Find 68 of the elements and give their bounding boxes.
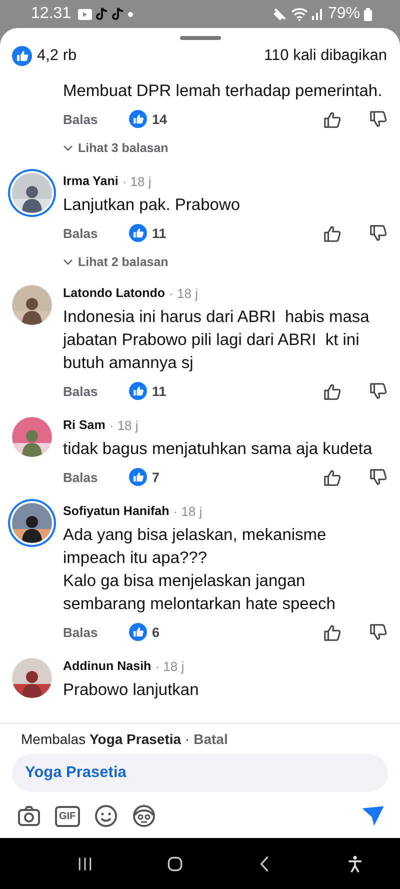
- comment-author[interactable]: Addinun Nasih: [63, 659, 152, 673]
- like-icon: [129, 382, 147, 400]
- comment-time: · 18 j: [169, 286, 198, 300]
- video-icon: [78, 8, 92, 20]
- smiley-icon[interactable]: [94, 804, 118, 828]
- reaction-count[interactable]: 4,2 rb: [37, 47, 77, 65]
- like-count: 14: [152, 112, 168, 126]
- comment-time: · 18 j: [109, 418, 138, 432]
- thumbs-up-icon[interactable]: [323, 622, 342, 642]
- like-icon: [129, 623, 147, 641]
- reply-link[interactable]: Balas: [63, 112, 129, 126]
- thumbs-down-icon[interactable]: [369, 622, 388, 642]
- music-note-icon: [112, 7, 124, 21]
- comment-author[interactable]: Ri Sam: [63, 418, 106, 432]
- like-icon: [129, 468, 147, 486]
- comment-author[interactable]: Irma Yani: [63, 174, 118, 188]
- thumbs-down-icon[interactable]: [369, 110, 388, 128]
- thumbs-up-icon[interactable]: [323, 110, 342, 128]
- thumbs-up-icon[interactable]: [323, 382, 342, 400]
- comment-text: Prabowo lanjutkan: [63, 680, 200, 701]
- recent-apps-icon[interactable]: [76, 854, 94, 872]
- thumbs-up-icon[interactable]: [323, 468, 342, 486]
- replying-to-text: Membalas Yoga Prasetia ·: [21, 731, 190, 747]
- comment-author[interactable]: Latondo Latondo: [63, 286, 166, 300]
- music-note-icon: [96, 7, 108, 21]
- status-time: 12.31: [31, 5, 72, 23]
- comment-author[interactable]: Sofiyatun Hanifah: [63, 504, 170, 518]
- like-icon: [12, 46, 32, 66]
- signal-icon: [312, 8, 324, 20]
- wifi-icon: [290, 8, 308, 20]
- comment-time: · 18 j: [173, 504, 202, 518]
- view-replies-link[interactable]: Lihat 3 balasan: [63, 135, 168, 161]
- avatar-sticker-icon[interactable]: [132, 804, 156, 828]
- thumbs-down-icon[interactable]: [369, 224, 388, 242]
- home-icon[interactable]: [166, 854, 184, 872]
- reply-link[interactable]: Balas: [63, 384, 129, 398]
- like-icon: [129, 110, 147, 128]
- gif-button[interactable]: GIF: [55, 806, 80, 826]
- thumbs-up-icon[interactable]: [323, 224, 342, 242]
- cancel-link[interactable]: Batal: [194, 731, 228, 747]
- like-count: 6: [152, 624, 160, 640]
- accessibility-icon[interactable]: [346, 854, 364, 872]
- battery-icon: [364, 8, 372, 20]
- comment-text: Indonesia ini harus dari ABRI habis masa jabatan Prabowo pili lagi dari ABRI kt ini butuh amannya sj: [63, 307, 370, 374]
- reply-link[interactable]: Balas: [63, 470, 129, 484]
- comment-time: · 18 j: [122, 174, 152, 188]
- chevron-down-icon[interactable]: [63, 145, 73, 151]
- view-replies-link[interactable]: Lihat 2 balasan: [63, 249, 168, 275]
- like-count: 7: [152, 470, 160, 484]
- dot-icon: [128, 12, 134, 16]
- share-count[interactable]: 110 kali dibagikan: [264, 47, 387, 65]
- comment-text: Lanjutkan pak. Prabowo: [63, 195, 242, 216]
- comment-text: Membuat DPR lemah terhadap pemerintah.: [63, 81, 384, 102]
- reply-link[interactable]: Balas: [63, 226, 129, 240]
- reply-link[interactable]: Balas: [63, 624, 129, 640]
- camera-icon[interactable]: [17, 804, 41, 828]
- battery-level: 79%: [328, 5, 360, 23]
- comment-time: · 18 j: [155, 658, 184, 674]
- drag-handle[interactable]: [180, 36, 220, 40]
- thumbs-down-icon[interactable]: [369, 382, 388, 400]
- like-count: 11: [152, 226, 166, 240]
- thumbs-down-icon[interactable]: [369, 468, 388, 486]
- comment-input-field[interactable]: Yoga Prasetia: [12, 754, 388, 792]
- like-count: 11: [152, 384, 166, 398]
- comment-text: tidak bagus menjatuhkan sama aja kudeta: [63, 439, 374, 460]
- chevron-down-icon[interactable]: [63, 259, 73, 265]
- like-icon: [129, 224, 147, 242]
- comment-text: Ada yang bisa jelaskan, mekanisme impeach itu apa??? Kalo ga bisa menjelaskan jangan sembarang melontarkan hate speech: [63, 525, 336, 615]
